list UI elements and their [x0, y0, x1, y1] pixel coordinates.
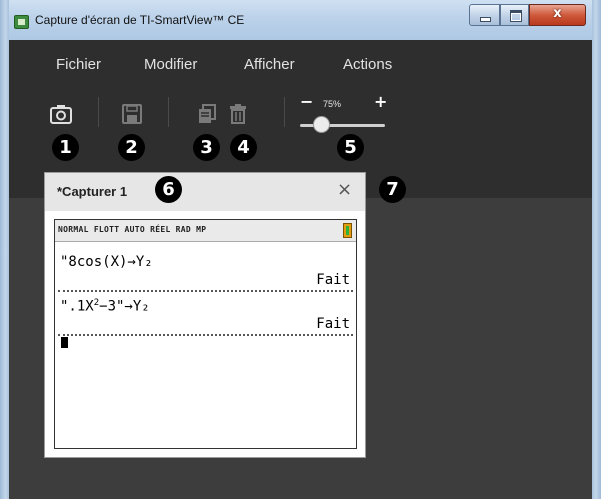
entry-separator: [58, 334, 353, 336]
entry-separator: [58, 290, 353, 292]
app-window: Capture d'écran de TI-SmartView™ CE x Fi…: [0, 0, 601, 499]
menu-bar: Fichier Modifier Afficher Actions: [9, 40, 592, 88]
battery-icon: [343, 223, 352, 238]
text-cursor: [61, 337, 68, 348]
entry-line-2-part-b: −3"→Y₂: [99, 298, 150, 315]
result-line-2: Fait: [316, 316, 350, 332]
result-line-1: Fait: [316, 272, 350, 288]
status-modes: NORMAL FLOTT AUTO RÉEL RAD MP: [58, 225, 207, 234]
close-tab-icon[interactable]: ×: [337, 179, 352, 200]
callout-1: 1: [52, 134, 79, 161]
zoom-in-button[interactable]: +: [374, 92, 387, 111]
maximize-button[interactable]: [500, 4, 529, 26]
window-frame-left: [0, 0, 9, 499]
entry-line-2: ".1X2−3"→Y₂: [60, 298, 150, 315]
toolbar-separator: [168, 97, 169, 127]
capture-tab[interactable]: *Capturer 1 ×: [45, 173, 365, 211]
zoom-out-button[interactable]: −: [300, 92, 313, 111]
menu-modifier[interactable]: Modifier: [144, 56, 197, 73]
menu-afficher[interactable]: Afficher: [244, 56, 295, 73]
trash-icon[interactable]: [229, 104, 247, 124]
app-icon: [14, 15, 29, 29]
capture-tab-title: *Capturer 1: [57, 184, 128, 199]
capture-panel: *Capturer 1 × NORMAL FLOTT AUTO RÉEL RAD…: [44, 172, 366, 458]
callout-2: 2: [118, 134, 145, 161]
callout-5: 5: [337, 134, 364, 161]
camera-icon[interactable]: [50, 104, 72, 124]
menu-actions[interactable]: Actions: [343, 56, 392, 73]
zoom-value: 75%: [323, 99, 342, 109]
menu-fichier[interactable]: Fichier: [56, 56, 101, 73]
close-icon: x: [553, 6, 562, 21]
minimize-button[interactable]: [469, 4, 500, 26]
window-title: Capture d'écran de TI-SmartView™ CE: [35, 13, 245, 27]
entry-line-1: "8cos(X)→Y₂: [60, 254, 153, 270]
entry-line-2-part-a: ".1X: [60, 298, 94, 315]
callout-4: 4: [230, 134, 257, 161]
copy-icon[interactable]: [198, 104, 216, 124]
calculator-status-bar: NORMAL FLOTT AUTO RÉEL RAD MP: [55, 220, 356, 242]
callout-6: 6: [155, 176, 182, 203]
window-frame-right: [592, 0, 601, 499]
toolbar-separator: [98, 97, 99, 127]
zoom-slider-thumb[interactable]: [312, 116, 330, 133]
close-window-button[interactable]: x: [529, 4, 586, 26]
calculator-screen: NORMAL FLOTT AUTO RÉEL RAD MP "8cos(X)→Y…: [54, 219, 357, 449]
toolbar-separator: [284, 97, 285, 127]
callout-3: 3: [193, 134, 220, 161]
title-bar[interactable]: Capture d'écran de TI-SmartView™ CE x: [0, 0, 601, 40]
save-icon[interactable]: [122, 104, 142, 124]
callout-7: 7: [379, 176, 406, 203]
